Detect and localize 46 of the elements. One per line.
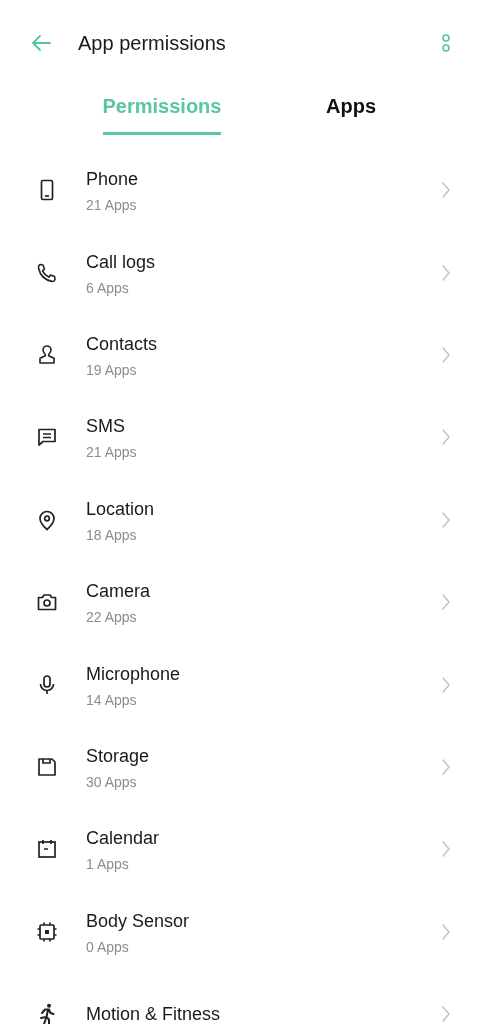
app-count: 19 Apps: [86, 361, 137, 378]
permission-name: Microphone: [86, 662, 181, 686]
permission-name: Storage: [86, 744, 150, 768]
permission-item[interactable]: Call logs 6 Apps: [0, 231, 482, 314]
permission-item[interactable]: Motion & Fitness: [0, 972, 482, 1024]
permission-item[interactable]: Microphone 14 Apps: [0, 643, 482, 726]
chevron-right-icon: [441, 1005, 451, 1024]
permission-item[interactable]: Phone 21 Apps: [0, 149, 482, 232]
permission-item[interactable]: Storage 30 Apps: [0, 725, 482, 809]
tab[interactable]: Apps: [326, 87, 376, 135]
chevron-right-icon: [441, 263, 451, 282]
chevron-right-icon: [441, 181, 451, 200]
chevron-right-icon: [441, 593, 451, 612]
permission-name: Phone: [86, 168, 139, 192]
chevron-right-icon: [441, 428, 451, 447]
permission-name: Camera: [86, 580, 151, 604]
chevron-right-icon: [441, 840, 451, 859]
more-options-icon[interactable]: [441, 33, 451, 53]
app-count: 22 Apps: [86, 609, 137, 626]
app-count: 0 Apps: [86, 938, 129, 955]
app-count: 21 Apps: [86, 197, 137, 214]
chevron-right-icon: [441, 675, 451, 694]
permission-item[interactable]: Calendar 1 Apps: [0, 808, 482, 891]
permission-item[interactable]: SMS 21 Apps: [0, 396, 482, 479]
permission-item[interactable]: Location 18 Apps: [0, 478, 482, 561]
app-count: 18 Apps: [86, 526, 137, 543]
permission-name: SMS: [86, 415, 125, 439]
permission-item[interactable]: Camera 22 Apps: [0, 560, 482, 644]
app-count: 1 Apps: [86, 856, 129, 873]
app-count: 6 Apps: [86, 279, 129, 296]
permission-name: Calendar: [86, 827, 160, 851]
permission-name: Body Sensor: [86, 909, 190, 933]
page-title: App permissions: [78, 31, 227, 55]
permission-item[interactable]: Contacts 19 Apps: [0, 313, 482, 397]
app-count: 21 Apps: [86, 444, 137, 461]
app-count: 14 Apps: [86, 691, 137, 708]
chevron-right-icon: [441, 757, 451, 776]
chevron-right-icon: [441, 345, 451, 364]
chevron-right-icon: [441, 510, 451, 529]
permission-item[interactable]: Body Sensor 0 Apps: [0, 890, 482, 973]
permission-name: Contacts: [86, 332, 158, 356]
permission-name: Motion & Fitness: [86, 1003, 221, 1024]
permission-name: Location: [86, 497, 155, 521]
permission-name: Call logs: [86, 250, 156, 274]
chevron-right-icon: [441, 922, 451, 941]
app-count: 30 Apps: [86, 773, 137, 790]
